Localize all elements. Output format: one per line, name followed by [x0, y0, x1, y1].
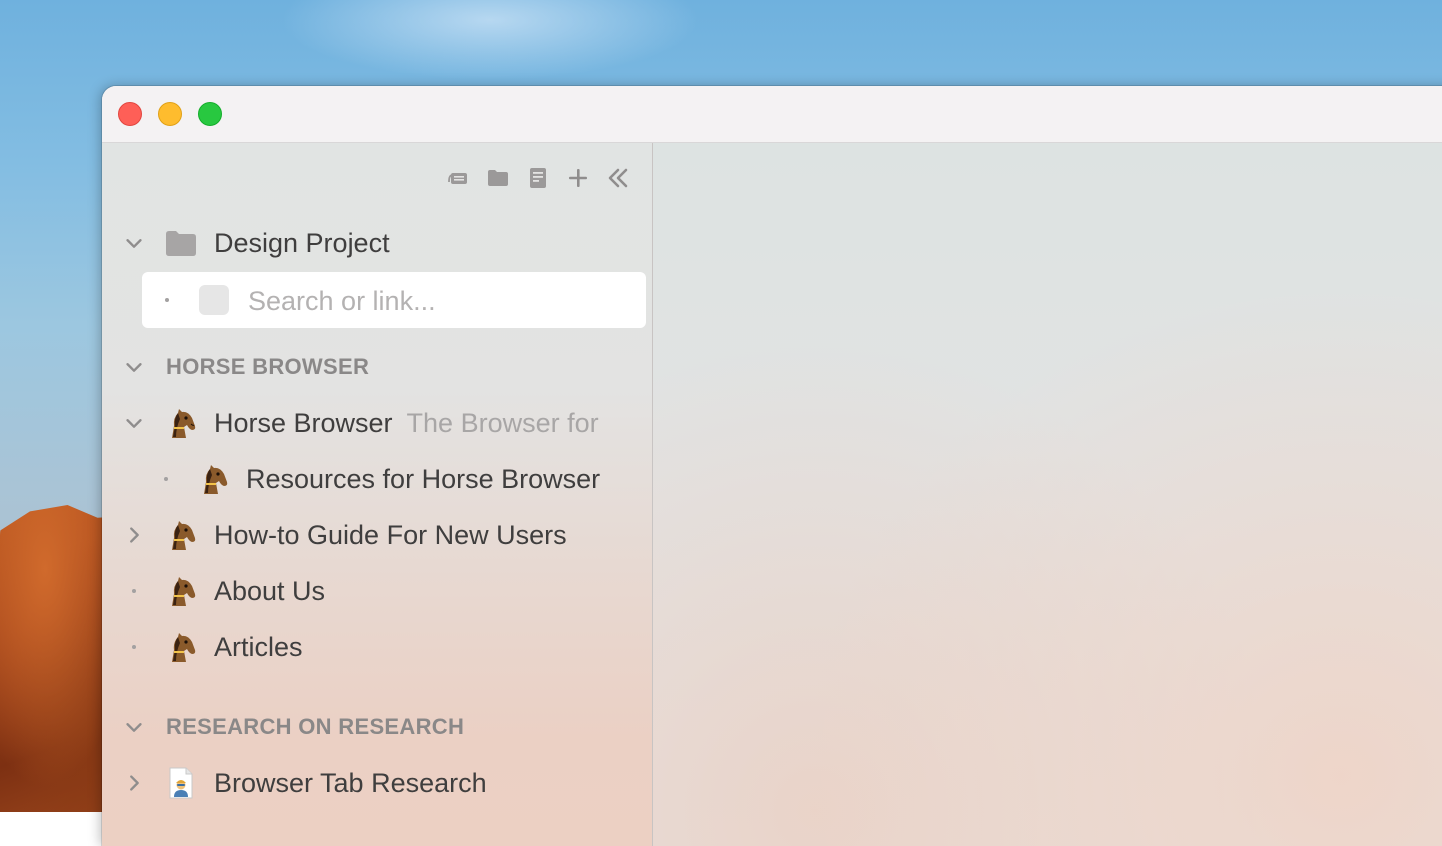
web-link-icon: [448, 173, 467, 184]
sidebar: Design Project HORSE BROWSER: [102, 143, 653, 846]
item-title: About Us: [214, 576, 326, 606]
list-item-articles[interactable]: Articles: [102, 619, 652, 675]
main-content-area: [653, 143, 1442, 846]
minimize-window-button[interactable]: [158, 102, 182, 126]
bullet-dot: [165, 298, 169, 302]
bullet-dot: [164, 477, 168, 481]
researcher-document-icon: [164, 766, 198, 800]
list-item-browser-tab-research[interactable]: Browser Tab Research: [102, 755, 652, 811]
chevron-down-icon[interactable]: [122, 231, 146, 255]
horse-icon: [164, 574, 198, 608]
item-title: Articles: [214, 632, 303, 662]
list-item-how-to-guide[interactable]: How-to Guide For New Users: [102, 507, 652, 563]
horse-icon: [196, 462, 230, 496]
project-label: Design Project: [214, 228, 390, 258]
note-icon: [530, 168, 546, 188]
new-folder-button[interactable]: [486, 166, 510, 190]
collapse-sidebar-button[interactable]: [606, 166, 630, 190]
chevron-down-icon[interactable]: [122, 411, 146, 435]
folder-icon: [488, 170, 508, 186]
sky-cloud: [280, 0, 700, 80]
horse-icon: [164, 518, 198, 552]
chevron-down-icon[interactable]: [122, 715, 146, 739]
item-title: Horse Browser: [214, 408, 393, 438]
chevron-right-icon[interactable]: [122, 771, 146, 795]
chevron-down-icon[interactable]: [122, 355, 146, 379]
horse-icon: [164, 406, 198, 440]
plus-icon: [569, 169, 587, 187]
item-label: Horse Browser The Browser for: [214, 408, 599, 439]
add-button[interactable]: [566, 166, 590, 190]
zoom-window-button[interactable]: [198, 102, 222, 126]
bullet-dot: [132, 645, 136, 649]
page-icon-placeholder: [199, 285, 229, 315]
section-header-research[interactable]: RESEARCH ON RESEARCH: [102, 699, 652, 755]
item-subtitle: The Browser for: [406, 408, 599, 438]
app-window: Design Project HORSE BROWSER: [102, 86, 1442, 846]
sidebar-toolbar: [446, 163, 630, 193]
title-bar[interactable]: [102, 86, 1442, 143]
section-label: RESEARCH ON RESEARCH: [166, 714, 465, 739]
close-window-button[interactable]: [118, 102, 142, 126]
collapse-sidebar-icon: [608, 168, 628, 188]
horse-icon: [164, 630, 198, 664]
search-box[interactable]: [142, 272, 646, 328]
folder-icon: [164, 226, 198, 260]
item-title: Resources for Horse Browser: [246, 464, 601, 494]
list-item-horse-browser[interactable]: Horse Browser The Browser for: [102, 395, 652, 451]
list-item-about-us[interactable]: About Us: [102, 563, 652, 619]
section-header-horse-browser[interactable]: HORSE BROWSER: [102, 339, 652, 395]
search-input[interactable]: [246, 280, 630, 322]
list-item-resources[interactable]: Resources for Horse Browser: [102, 451, 652, 507]
new-note-button[interactable]: [526, 166, 550, 190]
project-row[interactable]: Design Project: [102, 215, 652, 271]
new-web-link-button[interactable]: [446, 166, 470, 190]
chevron-right-icon[interactable]: [122, 523, 146, 547]
item-title: Browser Tab Research: [214, 768, 487, 798]
section-label: HORSE BROWSER: [166, 354, 370, 379]
item-title: How-to Guide For New Users: [214, 520, 567, 550]
bullet-dot: [132, 589, 136, 593]
